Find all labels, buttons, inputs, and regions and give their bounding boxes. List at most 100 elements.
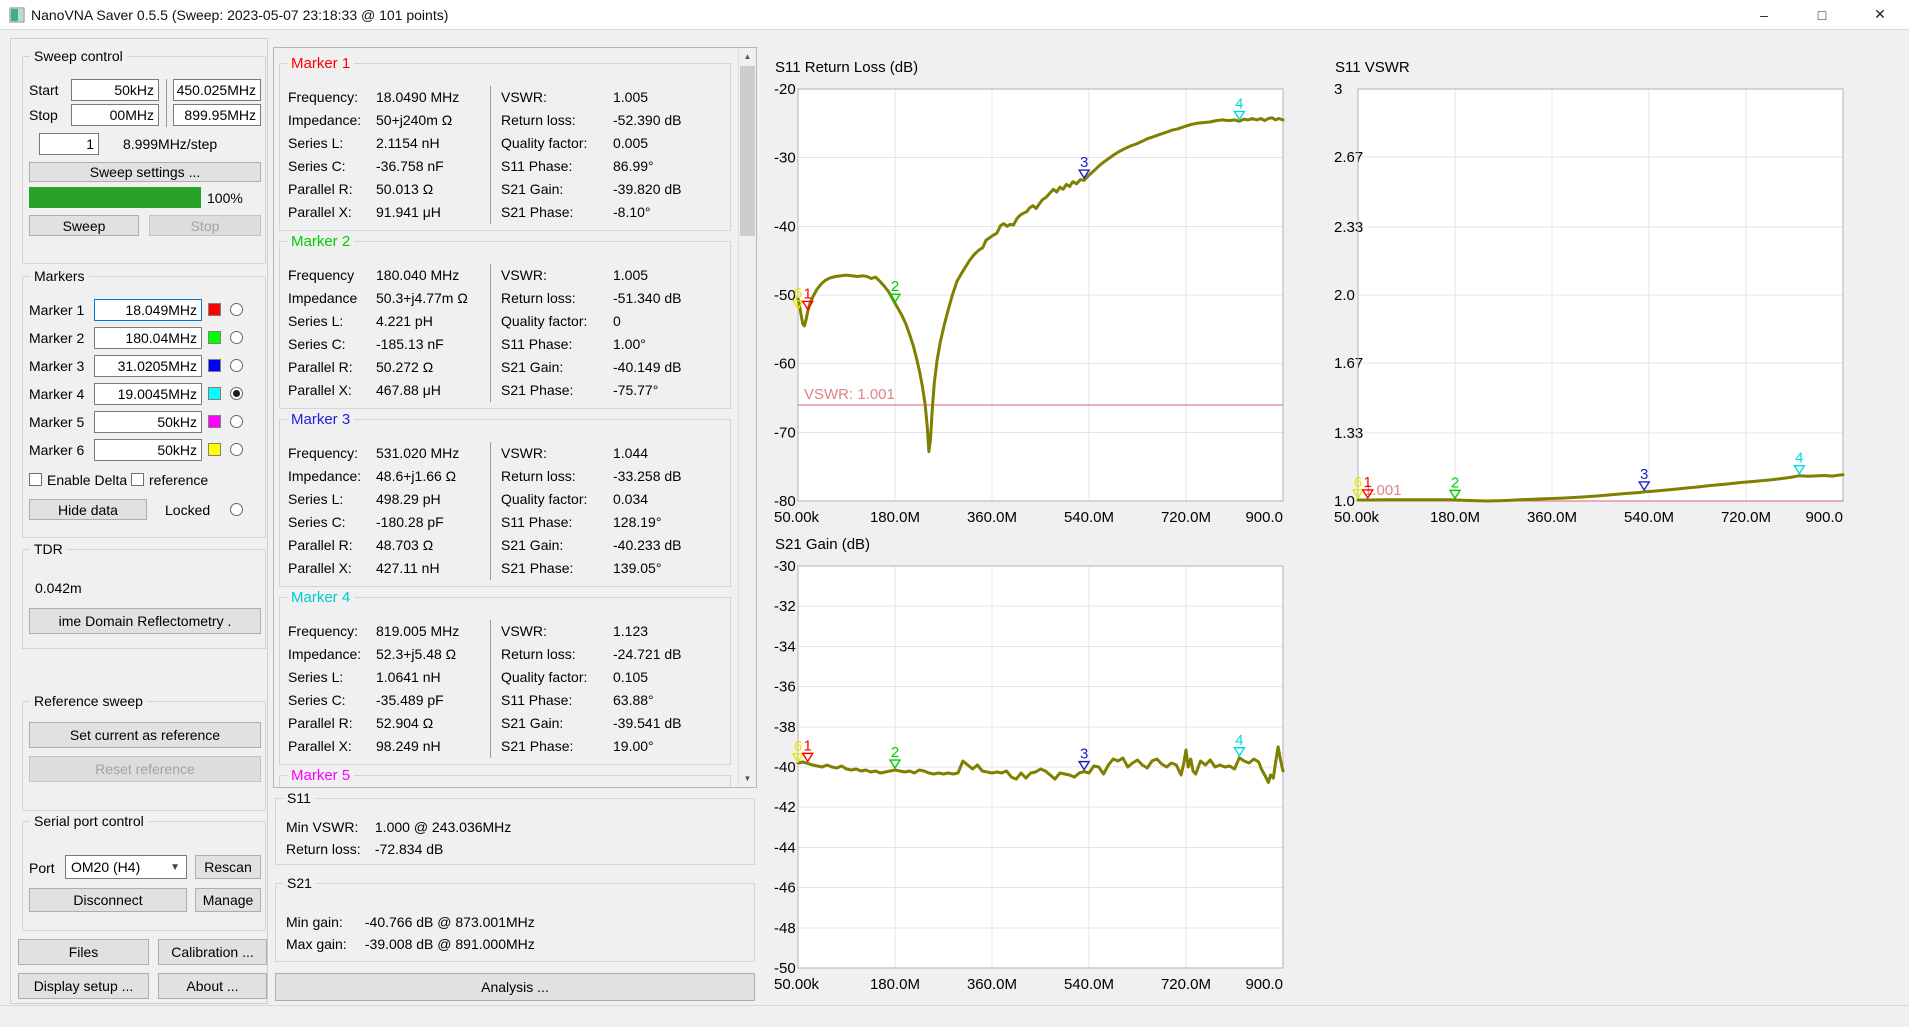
marker-frequency-input[interactable] — [94, 383, 202, 405]
field-label: Quality factor: — [501, 132, 613, 155]
field-value: 50.272 Ω — [376, 359, 433, 375]
sweep-span-input[interactable] — [173, 104, 261, 126]
rescan-button[interactable]: Rescan — [195, 855, 261, 879]
locked-radio[interactable] — [230, 503, 243, 516]
marker-panel-scrollbar[interactable]: ▲ ▼ — [738, 48, 756, 787]
marker-color-swatch[interactable] — [208, 331, 221, 344]
svg-text:S21 Gain (dB): S21 Gain (dB) — [775, 536, 870, 553]
marker-info-row: S21 Gain:-40.233 dB — [501, 534, 682, 557]
field-value: -8.10° — [613, 204, 651, 220]
marker-info-row: Series C:-35.489 pF — [288, 689, 459, 712]
marker-frequency-input[interactable] — [94, 299, 202, 321]
minimize-icon[interactable]: – — [1735, 0, 1793, 30]
svg-text:4: 4 — [1795, 450, 1803, 467]
chart-svg: S11 Return Loss (dB)-20-30-40-50-60-70-8… — [773, 56, 1285, 531]
marker-frequency-input[interactable] — [94, 355, 202, 377]
s21-max-gain-row: Max gain: -39.008 dB @ 891.000MHz — [286, 936, 535, 952]
marker-frequency-input[interactable] — [94, 439, 202, 461]
marker-color-swatch[interactable] — [208, 359, 221, 372]
close-icon[interactable]: ✕ — [1851, 0, 1909, 30]
svg-text:2: 2 — [1451, 474, 1459, 491]
marker-frequency-input[interactable] — [94, 411, 202, 433]
marker-select-radio[interactable] — [230, 443, 243, 456]
scroll-down-icon[interactable]: ▼ — [739, 770, 756, 787]
marker-color-swatch[interactable] — [208, 303, 221, 316]
s11-vswr-chart[interactable]: S11 VSWR32.672.332.01.671.331.050.00k180… — [1333, 56, 1845, 531]
marker-info-box-1: Marker 1Frequency:18.0490 MHzImpedance:5… — [279, 63, 731, 231]
enable-delta-checkbox[interactable] — [29, 473, 42, 486]
maximize-icon[interactable]: □ — [1793, 0, 1851, 30]
field-value: 48.6+j1.66 Ω — [376, 468, 456, 484]
marker-info-row: Series C:-180.28 pF — [288, 511, 459, 534]
marker-label: Marker 1 — [29, 302, 84, 318]
manage-button[interactable]: Manage — [195, 888, 261, 912]
field-label: S21 Gain: — [501, 712, 613, 735]
marker-info-row: Parallel R:50.013 Ω — [288, 178, 459, 201]
svg-text:4: 4 — [1235, 95, 1243, 112]
sweep-start-input[interactable] — [71, 79, 159, 101]
marker-row-5: Marker 5 — [23, 411, 267, 433]
svg-text:-40: -40 — [774, 218, 796, 235]
field-label: Parallel X: — [288, 557, 376, 580]
field-value: -36.758 nF — [376, 158, 444, 174]
markers-group: Markers Marker 1Marker 2Marker 3Marker 4… — [22, 276, 266, 538]
analysis-button[interactable]: Analysis ... — [275, 973, 755, 1001]
enable-delta-label: Enable Delta — [47, 472, 127, 488]
field-label: Frequency: — [288, 86, 376, 109]
sweep-center-input[interactable] — [173, 79, 261, 101]
svg-text:3: 3 — [1334, 81, 1342, 98]
field-value: 52.904 Ω — [376, 715, 433, 731]
field-value: 91.941 μH — [376, 204, 441, 220]
sweep-control-legend: Sweep control — [30, 48, 127, 64]
marker-select-radio[interactable] — [230, 359, 243, 372]
s21-gain-chart[interactable]: S21 Gain (dB)-30-32-34-36-38-40-42-44-46… — [773, 533, 1285, 998]
set-reference-button[interactable]: Set current as reference — [29, 722, 261, 748]
files-button[interactable]: Files — [18, 939, 149, 965]
marker-info-legend: Marker 4 — [287, 589, 354, 606]
field-value: 2.1154 nH — [376, 135, 440, 151]
tdr-button[interactable]: ime Domain Reflectometry . — [29, 608, 261, 634]
s11-return-loss-chart[interactable]: S11 Return Loss (dB)-20-30-40-50-60-70-8… — [773, 56, 1285, 531]
field-label: S11 Phase: — [501, 333, 613, 356]
marker-info-row: S11 Phase:128.19° — [501, 511, 682, 534]
marker-select-radio[interactable] — [230, 303, 243, 316]
about-button[interactable]: About ... — [158, 973, 267, 999]
svg-text:720.0M: 720.0M — [1161, 509, 1211, 526]
svg-text:-20: -20 — [774, 81, 796, 98]
marker-info-row: Impedance:50+j240m Ω — [288, 109, 459, 132]
display-setup-button[interactable]: Display setup ... — [18, 973, 149, 999]
marker-color-swatch[interactable] — [208, 443, 221, 456]
marker-frequency-input[interactable] — [94, 327, 202, 349]
calibration-button[interactable]: Calibration ... — [158, 939, 267, 965]
segments-input[interactable] — [39, 133, 99, 155]
sweep-settings-button[interactable]: Sweep settings ... — [29, 162, 261, 182]
marker-color-swatch[interactable] — [208, 415, 221, 428]
sweep-button[interactable]: Sweep — [29, 215, 139, 236]
reference-checkbox[interactable] — [131, 473, 144, 486]
marker-select-radio[interactable] — [230, 415, 243, 428]
scrollbar-thumb[interactable] — [740, 66, 755, 236]
field-label: Quality factor: — [501, 666, 613, 689]
svg-text:4: 4 — [1235, 732, 1243, 749]
sweep-stop-input[interactable] — [71, 104, 159, 126]
s11-min-vswr-row: Min VSWR: 1.000 @ 243.036MHz — [286, 819, 511, 835]
stop-button[interactable]: Stop — [149, 215, 261, 236]
scroll-up-icon[interactable]: ▲ — [739, 48, 756, 65]
field-label: Series L: — [288, 310, 376, 333]
marker-info-row: Return loss:-51.340 dB — [501, 287, 682, 310]
marker-select-radio[interactable] — [230, 331, 243, 344]
field-value: 18.0490 MHz — [376, 89, 459, 105]
reset-reference-button[interactable]: Reset reference — [29, 756, 261, 782]
svg-text:-36: -36 — [774, 679, 796, 696]
marker-data-panel: Marker 1Frequency:18.0490 MHzImpedance:5… — [273, 47, 757, 788]
hide-data-button[interactable]: Hide data — [29, 499, 147, 520]
port-combobox[interactable]: OM20 (H4) ▼ — [65, 855, 187, 879]
marker-color-swatch[interactable] — [208, 387, 221, 400]
disconnect-button[interactable]: Disconnect — [29, 888, 187, 912]
marker-select-radio[interactable] — [230, 387, 243, 400]
field-value: 1.005 — [613, 267, 648, 283]
marker-info-row: Frequency:531.020 MHz — [288, 442, 459, 465]
svg-text:-40: -40 — [774, 759, 796, 776]
marker-info-row: S21 Gain:-39.541 dB — [501, 712, 682, 735]
port-value: OM20 (H4) — [71, 859, 140, 875]
